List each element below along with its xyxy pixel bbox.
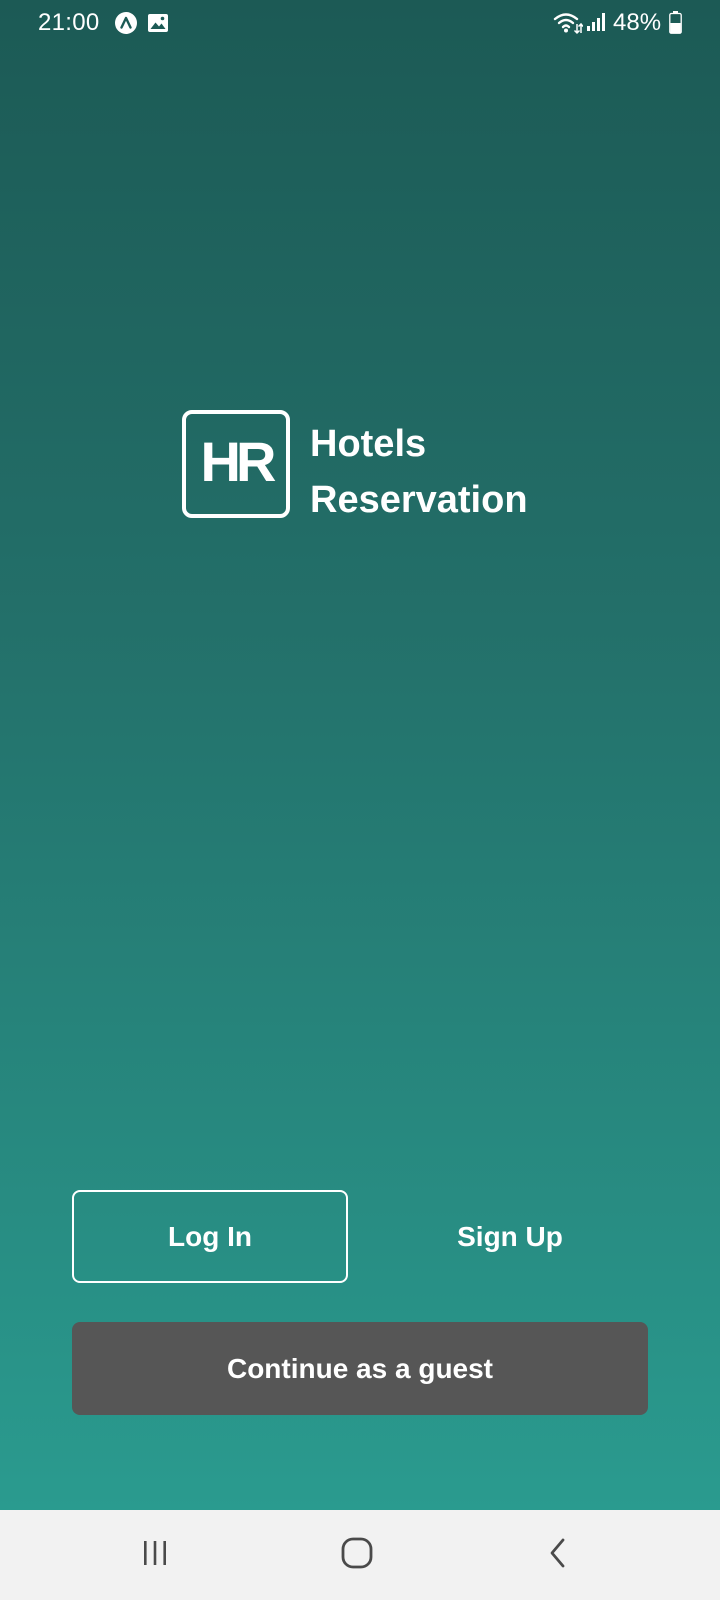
- welcome-screen: 21:00 48% HR Hotels Reservation Log In S…: [0, 0, 720, 1510]
- signal-icon: [586, 12, 606, 32]
- back-icon: [548, 1538, 568, 1573]
- battery-icon: [669, 11, 682, 34]
- signup-button[interactable]: Sign Up: [372, 1190, 648, 1283]
- app-name-line1: Hotels: [310, 423, 427, 465]
- status-time: 21:00: [38, 9, 100, 36]
- status-bar: 21:00 48%: [0, 0, 720, 46]
- app-name: Hotels Reservation: [310, 416, 570, 528]
- recent-apps-icon: [141, 1539, 169, 1572]
- logo-mark-text: HR: [201, 430, 276, 493]
- continue-as-guest-button[interactable]: Continue as a guest: [72, 1322, 648, 1415]
- gallery-icon: [147, 12, 169, 34]
- login-button[interactable]: Log In: [72, 1190, 348, 1283]
- wifi-icon: [553, 11, 584, 35]
- app-notification-icon: [115, 12, 137, 34]
- home-button[interactable]: [327, 1532, 387, 1578]
- app-name-line2: Reservation: [310, 479, 528, 521]
- logo-mark: HR: [182, 410, 290, 518]
- recent-apps-button[interactable]: [125, 1532, 185, 1578]
- battery-percentage: 48%: [613, 9, 662, 36]
- navigation-bar: [0, 1510, 720, 1600]
- back-button[interactable]: [528, 1532, 588, 1578]
- home-icon: [341, 1537, 373, 1574]
